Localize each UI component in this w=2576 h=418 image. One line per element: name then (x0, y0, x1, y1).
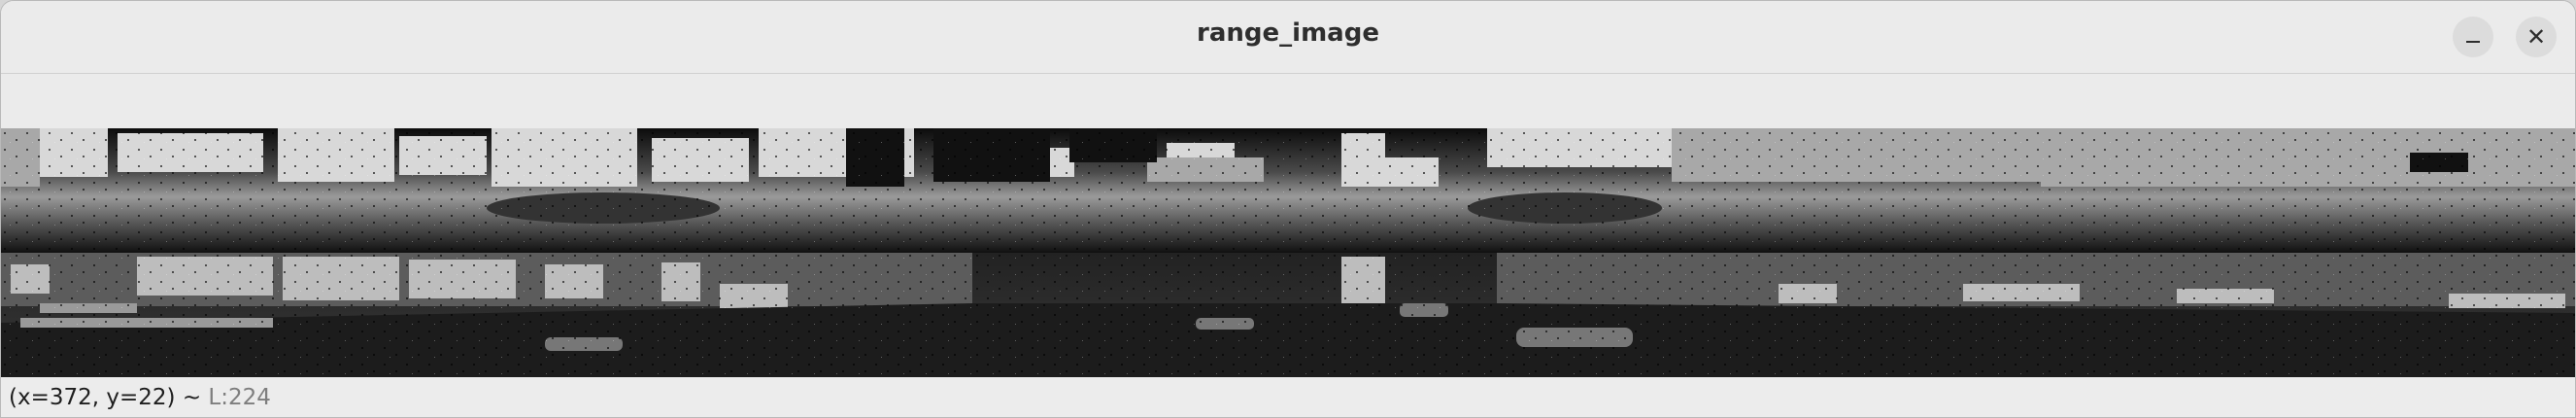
status-separator: ~ (175, 385, 209, 410)
status-coords: (x=372, y=22) (9, 385, 176, 410)
status-readout: (x=372, y=22) ~ L:224 (9, 385, 271, 410)
minimize-button[interactable] (2453, 17, 2493, 57)
window-title: range_image (1197, 18, 1379, 48)
minimize-icon (2466, 41, 2480, 43)
status-bar: (x=372, y=22) ~ L:224 (1, 377, 2575, 417)
close-icon: ✕ (2525, 23, 2547, 51)
close-button[interactable]: ✕ (2516, 17, 2557, 57)
range-image-canvas[interactable] (1, 128, 2575, 377)
status-pixel-value: L:224 (208, 385, 271, 410)
app-window: range_image ✕ (x=372, y=22) ~ L:224 (0, 0, 2576, 418)
toolbar-area (1, 74, 2575, 129)
range-image (1, 128, 2575, 377)
title-bar[interactable]: range_image ✕ (1, 1, 2575, 74)
